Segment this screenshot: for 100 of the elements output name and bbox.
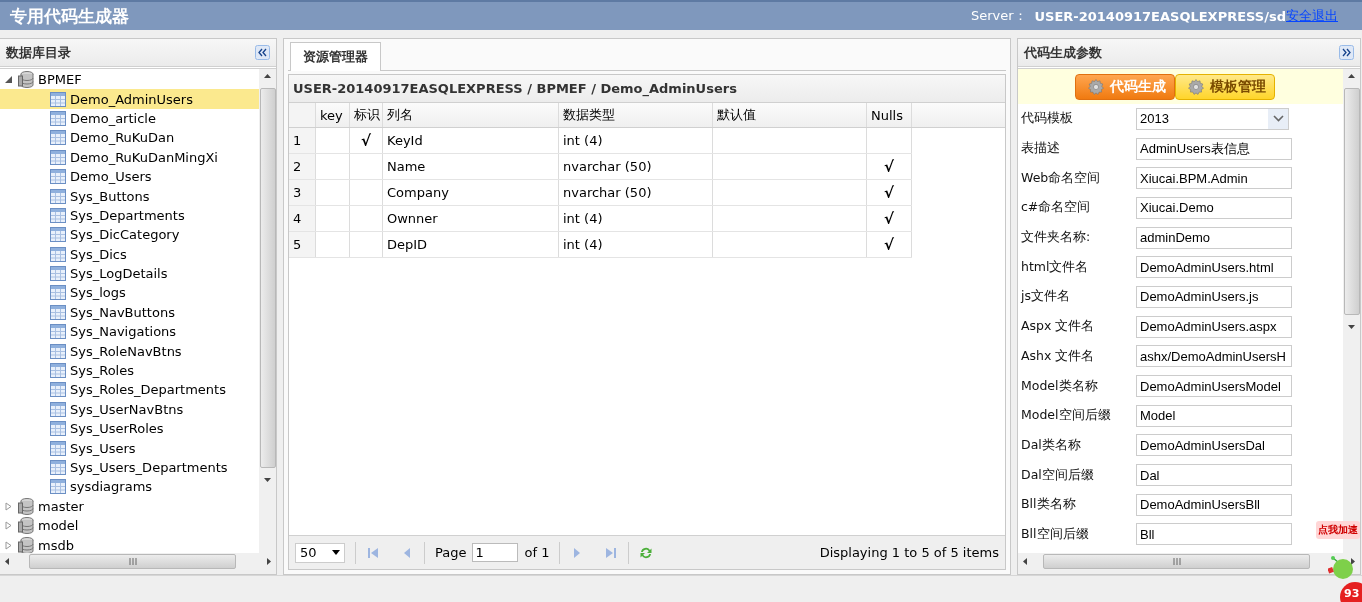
scroll-thumb[interactable] — [29, 554, 236, 569]
database-icon — [18, 536, 34, 553]
column-header[interactable]: 数据类型 — [559, 103, 713, 127]
tree-item[interactable]: Sys_Roles_Departments — [0, 380, 259, 400]
scroll-thumb[interactable] — [259, 88, 276, 468]
row-number: 3 — [289, 180, 316, 205]
collapse-left-icon[interactable] — [255, 45, 270, 60]
horizontal-scrollbar[interactable] — [1018, 553, 1360, 570]
expand-arrow-icon[interactable] — [4, 540, 13, 550]
table-icon — [50, 421, 66, 437]
panel-title: 代码生成参数 — [1024, 43, 1102, 62]
table-cell: Ownner — [383, 206, 559, 231]
tree-item[interactable]: Sys_logs — [0, 283, 259, 303]
last-page-icon[interactable] — [604, 545, 619, 560]
input-field[interactable]: ashx/DemoAdminUsersH — [1136, 345, 1292, 368]
vertical-scrollbar[interactable] — [259, 69, 276, 553]
collapse-right-icon[interactable] — [1339, 45, 1354, 60]
input-field[interactable]: adminDemo — [1136, 226, 1292, 249]
input-field[interactable]: Xiucai.BPM.Admin — [1136, 167, 1292, 190]
input-field[interactable]: Xiucai.Demo — [1136, 196, 1292, 219]
scroll-left-arrow[interactable] — [3, 557, 12, 566]
tree-item[interactable]: Sys_DicCategory — [0, 225, 259, 245]
table-icon — [50, 285, 66, 301]
field-label: Dal类名称 — [1021, 436, 1082, 454]
tree-item[interactable]: Sys_UserRoles — [0, 419, 259, 439]
tab[interactable]: 资源管理器 — [290, 42, 381, 71]
panel-title: 数据库目录 — [6, 43, 71, 62]
template-select[interactable]: 2013 — [1136, 107, 1289, 130]
column-header[interactable]: 标识 — [350, 103, 383, 127]
tree-item[interactable]: Sys_LogDetails — [0, 263, 259, 284]
input-field[interactable]: Model — [1136, 404, 1292, 427]
tree-item[interactable]: Demo_RuKuDan — [0, 128, 259, 148]
tree-item[interactable]: Sys_UserNavBtns — [0, 399, 259, 420]
tree-item[interactable]: Sys_Users_Departments — [0, 457, 259, 478]
input-field[interactable]: DemoAdminUsersBll — [1136, 493, 1292, 516]
scroll-down-arrow[interactable] — [263, 475, 272, 484]
input-field[interactable]: DemoAdminUsers.aspx — [1136, 315, 1292, 338]
database-icon — [18, 517, 34, 535]
toolbar-button[interactable]: 模板管理 — [1174, 73, 1275, 100]
table-icon — [50, 382, 66, 398]
field-label: html文件名 — [1021, 258, 1090, 276]
table-icon — [50, 440, 66, 456]
tree-item[interactable]: Sys_Roles — [0, 360, 259, 381]
tree-item[interactable]: Demo_Users — [0, 166, 259, 187]
scroll-up-arrow[interactable] — [1347, 72, 1356, 81]
input-field[interactable]: DemoAdminUsersDal — [1136, 434, 1292, 457]
tree-item[interactable]: Sys_Dics — [0, 244, 259, 264]
table-icon — [50, 227, 66, 243]
scroll-down-arrow[interactable] — [1347, 322, 1356, 331]
tree-item[interactable]: Demo_AdminUsers — [0, 89, 259, 109]
tree-item[interactable]: sysdiagrams — [0, 477, 259, 497]
tree-item[interactable]: msdb — [0, 535, 259, 553]
tree-item[interactable]: Sys_RoleNavBtns — [0, 341, 259, 361]
table-icon — [50, 169, 66, 185]
table-icon — [50, 363, 66, 379]
tree-item[interactable]: model — [0, 516, 259, 536]
input-field[interactable]: DemoAdminUsers.js — [1136, 285, 1292, 308]
row-number: 1 — [289, 128, 316, 153]
tree-item[interactable]: Sys_Users — [0, 438, 259, 458]
input-field[interactable]: DemoAdminUsersModel — [1136, 375, 1292, 398]
grip-icon — [128, 558, 137, 565]
scroll-thumb[interactable] — [1343, 88, 1360, 315]
scroll-left-arrow[interactable] — [1021, 557, 1030, 566]
speed-up-badge[interactable]: 点我加速 — [1316, 521, 1360, 539]
horizontal-scrollbar[interactable] — [0, 553, 276, 570]
tree-item[interactable]: Sys_Departments — [0, 205, 259, 226]
scroll-thumb[interactable] — [1043, 554, 1310, 569]
column-header[interactable]: Nulls — [867, 103, 912, 127]
scroll-right-arrow[interactable] — [1348, 557, 1357, 566]
server-label: Server： — [970, 7, 1027, 25]
page-number-field[interactable]: 1 — [472, 543, 519, 562]
first-page-icon[interactable] — [366, 545, 380, 560]
input-field[interactable]: Bll — [1136, 523, 1292, 546]
tree-item[interactable]: master — [0, 496, 259, 516]
input-field[interactable]: AdminUsers表信息 — [1136, 137, 1292, 160]
tree-item[interactable]: Sys_NavButtons — [0, 302, 259, 323]
field-label: 表描述 — [1021, 140, 1061, 158]
column-header[interactable]: key — [316, 103, 350, 127]
table-icon — [50, 188, 66, 204]
table-cell: KeyId — [383, 128, 559, 153]
expand-arrow-icon[interactable] — [4, 521, 13, 531]
table-cell: DepID — [383, 232, 559, 257]
page-size-select[interactable]: 50 — [295, 542, 345, 563]
scroll-right-arrow[interactable] — [264, 557, 273, 566]
tree-item[interactable]: Demo_RuKuDanMingXi — [0, 147, 259, 167]
table-cell: √ — [867, 232, 912, 257]
scroll-up-arrow[interactable] — [263, 72, 272, 81]
tree-item[interactable]: BPMEF — [0, 70, 259, 90]
tree-item[interactable]: Sys_Navigations — [0, 322, 259, 342]
column-header[interactable]: 默认值 — [713, 103, 867, 127]
field-label: Ashx 文件名 — [1021, 347, 1096, 365]
collapse-arrow-icon[interactable] — [4, 75, 13, 85]
tree-item[interactable]: Demo_article — [0, 108, 259, 129]
input-field[interactable]: DemoAdminUsers.html — [1136, 256, 1292, 279]
input-field[interactable]: Dal — [1136, 464, 1292, 487]
column-header[interactable]: 列名 — [383, 103, 559, 127]
tree-item[interactable]: Sys_Buttons — [0, 186, 259, 206]
expand-arrow-icon[interactable] — [4, 501, 13, 511]
caret-icon — [332, 550, 340, 555]
refresh-icon[interactable] — [639, 545, 654, 560]
